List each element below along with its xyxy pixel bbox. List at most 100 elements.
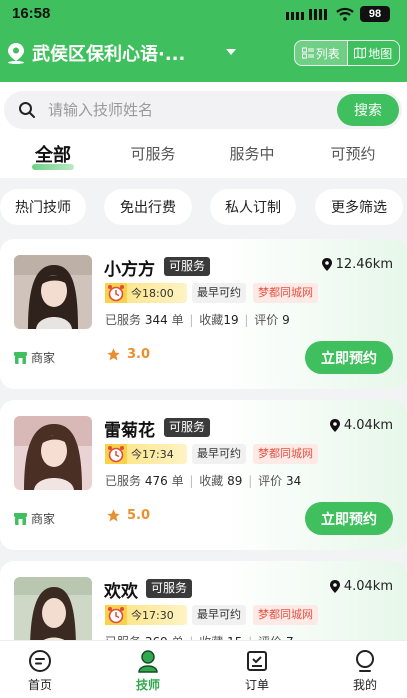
filter-more[interactable]: 更多筛选 [315,189,403,225]
alarm-clock-icon [105,283,127,303]
filter-hot-therapists[interactable]: 热门技师 [0,189,86,225]
nav-therapist-label: 技师 [135,678,160,692]
therapist-name: 雷菊花 [104,421,155,441]
avatar [14,255,92,329]
search-input[interactable] [48,91,328,129]
tab-bookable[interactable]: 可预约 [313,143,393,164]
avatar [14,416,92,490]
location-pin-icon [329,419,340,432]
merchant-tag: 商家 [14,510,55,527]
nav-therapist[interactable]: 技师 [113,649,183,693]
list-icon [301,47,314,59]
served-unit: 单 [171,474,184,488]
status-badge: 可服务 [164,418,211,437]
search-box: 搜索 [4,91,402,129]
reviews-label: 评价 [254,313,279,327]
status-badge: 可服务 [164,257,211,276]
distance: 4.04km [329,579,393,594]
rating-value: 3.0 [127,347,151,362]
therapist-name: 小方方 [104,260,155,280]
home-icon [29,650,51,672]
platform-tag: 梦都同城网 [253,605,318,625]
served-label: 已服务 [105,474,142,488]
location-bar[interactable]: 武侯区保利心语·... 列表 地图 [0,36,407,70]
map-view-button[interactable]: 地图 [346,41,400,65]
earliest-time-tag: 今18:00 [105,283,187,303]
rating-value: 5.0 [127,508,151,523]
divider: | [244,313,249,327]
therapist-stats: 已服务 476 单 | 收藏 89 | 评价 34 [105,472,301,489]
nav-profile[interactable]: 我的 [330,649,400,693]
nav-home-label: 首页 [27,678,52,692]
bottom-nav: 首页 技师 订单 我的 [0,640,407,698]
map-icon [354,47,367,59]
earliest-label: 最早可约 [192,283,246,303]
shop-icon [14,512,27,525]
favorites-count: 19 [223,313,239,327]
merchant-label: 商家 [31,512,56,526]
tab-all[interactable]: 全部 [13,141,93,167]
earliest-time: 今17:30 [131,609,174,622]
distance-value: 12.46km [335,257,393,272]
nav-orders-label: 订单 [244,678,269,692]
battery-indicator: 98 [360,6,390,22]
book-now-button[interactable]: 立即预约 [305,502,393,535]
filter-private-custom[interactable]: 私人订制 [210,189,296,225]
rating: 3.0 [106,347,150,362]
status-bar: 16:58 98 [0,0,407,28]
alarm-clock-icon [105,444,127,464]
star-icon [107,348,120,361]
platform-tag: 梦都同城网 [253,444,318,464]
served-count: 344 [144,313,168,327]
therapist-card[interactable]: 雷菊花 可服务 4.04km 今17:34 最早可约 梦都同城网 已服务 476… [0,400,407,550]
served-label: 已服务 [105,313,142,327]
tab-in-service[interactable]: 服务中 [212,143,292,164]
chevron-down-icon[interactable] [226,48,236,56]
therapist-name: 欢欢 [104,582,138,602]
reviews-count: 34 [285,474,302,488]
platform-tag: 梦都同城网 [253,283,318,303]
book-now-button[interactable]: 立即预约 [305,341,393,374]
distance-value: 4.04km [343,579,393,594]
tab-available[interactable]: 可服务 [113,143,193,164]
header: 16:58 98 武侯区保利心语·... 列表 地图 [0,0,407,82]
served-unit: 单 [171,313,184,327]
status-tabs: 全部 可服务 服务中 可预约 [0,136,407,178]
served-count: 476 [144,474,168,488]
search-button[interactable]: 搜索 [337,94,399,126]
nav-orders[interactable]: 订单 [222,649,292,693]
view-toggle: 列表 地图 [294,40,400,66]
location-pin-icon [8,43,24,64]
earliest-time-tag: 今17:30 [105,605,187,625]
merchant-tag: 商家 [14,349,55,366]
nav-profile-label: 我的 [352,678,377,692]
order-icon [247,651,267,671]
divider: | [189,474,194,488]
earliest-time: 今18:00 [131,287,174,300]
search-icon [19,102,35,118]
divider: | [189,313,194,327]
therapist-stats: 已服务 344 单 | 收藏19 | 评价 9 [105,311,290,328]
therapist-card[interactable]: 小方方 可服务 12.46km 今18:00 最早可约 梦都同城网 已服务 34… [0,239,407,389]
search-bar: 搜索 [0,82,407,144]
nav-home[interactable]: 首页 [5,649,75,693]
favorites-label: 收藏 [199,313,224,327]
earliest-time: 今17:34 [131,448,174,461]
favorites-count: 89 [227,474,243,488]
earliest-label: 最早可约 [192,605,246,625]
list-view-button[interactable]: 列表 [295,41,347,65]
reviews-label: 评价 [258,474,283,488]
status-time: 16:58 [12,5,51,22]
therapist-icon [138,650,158,673]
location-pin-icon [321,258,332,271]
rating: 5.0 [106,508,150,523]
distance: 4.04km [329,418,393,433]
shop-icon [14,351,27,364]
current-location[interactable]: 武侯区保利心语·... [32,40,185,66]
favorites-label: 收藏 [199,474,224,488]
divider: | [248,474,253,488]
map-view-label: 地图 [368,46,393,61]
merchant-label: 商家 [31,351,56,365]
wifi-icon [336,7,354,21]
filter-free-travel[interactable]: 免出行费 [104,189,192,225]
